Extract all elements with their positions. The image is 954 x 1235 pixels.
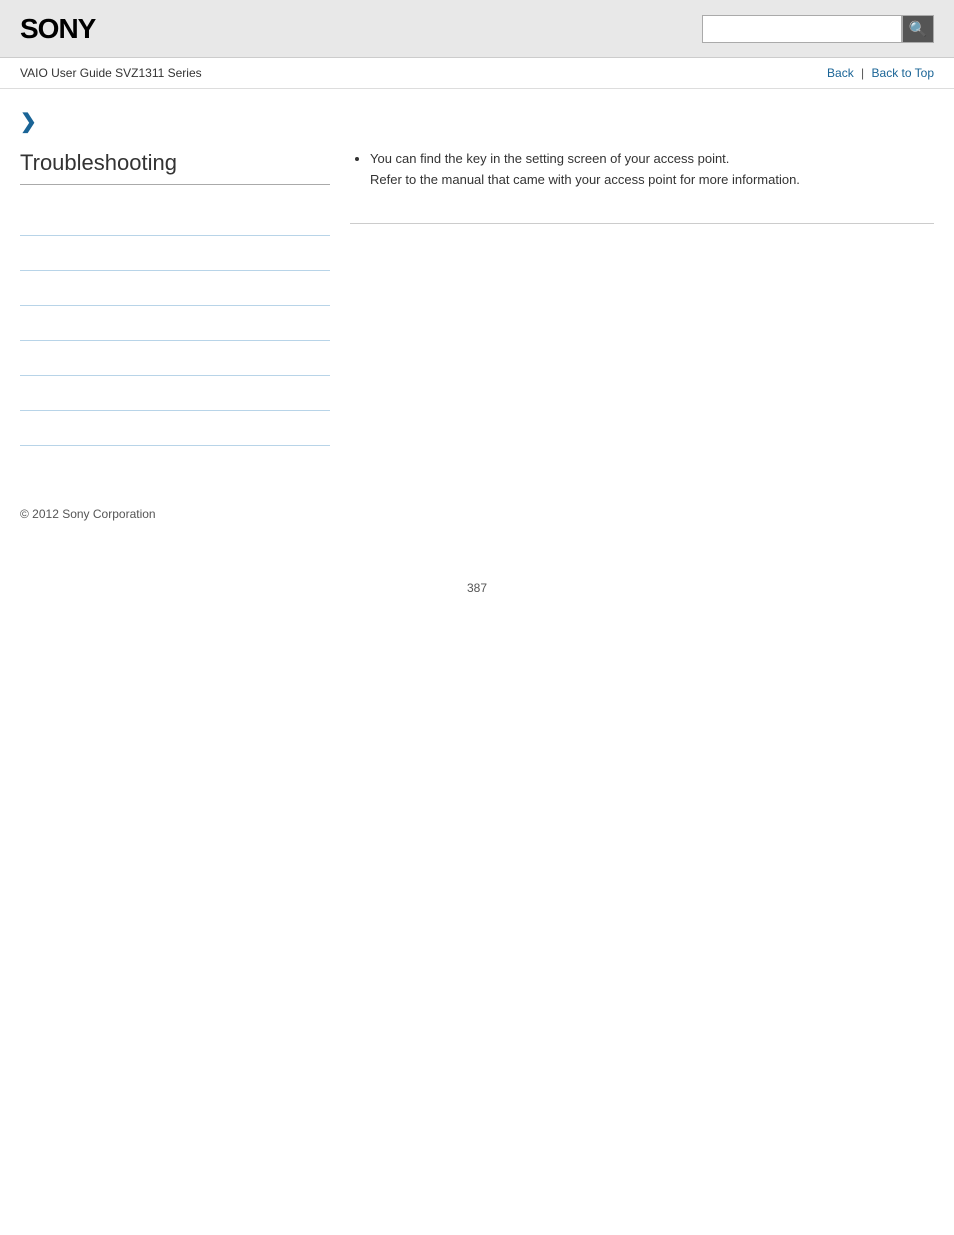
footer: © 2012 Sony Corporation xyxy=(0,486,954,541)
list-item xyxy=(20,236,330,271)
breadcrumb: VAIO User Guide SVZ1311 Series xyxy=(20,66,202,80)
page-number: 387 xyxy=(0,581,954,595)
list-item xyxy=(20,271,330,306)
content-section: You can find the key in the setting scre… xyxy=(350,149,934,224)
list-item xyxy=(20,376,330,411)
sidebar: ❯ Troubleshooting xyxy=(20,109,330,446)
sidebar-nav-link-2[interactable] xyxy=(20,246,330,260)
list-item xyxy=(20,341,330,376)
search-button[interactable]: 🔍 xyxy=(902,15,934,43)
nav-bar: VAIO User Guide SVZ1311 Series Back | Ba… xyxy=(0,58,954,89)
bullet-list: You can find the key in the setting scre… xyxy=(350,149,934,191)
list-item xyxy=(20,306,330,341)
copyright-text: © 2012 Sony Corporation xyxy=(20,507,156,521)
nav-separator: | xyxy=(861,66,864,80)
search-container: 🔍 xyxy=(702,15,934,43)
sidebar-nav-link-7[interactable] xyxy=(20,421,330,435)
chevron-icon: ❯ xyxy=(20,109,330,134)
content-area: You can find the key in the setting scre… xyxy=(350,109,934,446)
sidebar-title: Troubleshooting xyxy=(20,150,330,185)
back-to-top-link[interactable]: Back to Top xyxy=(872,66,934,80)
sony-logo: SONY xyxy=(20,13,95,45)
sidebar-nav-link-1[interactable] xyxy=(20,211,330,225)
bullet-text-1: You can find the key in the setting scre… xyxy=(370,151,729,166)
sidebar-nav-link-3[interactable] xyxy=(20,281,330,295)
nav-links: Back | Back to Top xyxy=(827,66,934,80)
search-icon: 🔍 xyxy=(909,20,928,38)
list-item: You can find the key in the setting scre… xyxy=(370,149,934,191)
bullet-sub-text-1: Refer to the manual that came with your … xyxy=(370,170,934,191)
sidebar-nav-list xyxy=(20,201,330,446)
back-link[interactable]: Back xyxy=(827,66,854,80)
search-input[interactable] xyxy=(702,15,902,43)
sidebar-nav-link-5[interactable] xyxy=(20,351,330,365)
sidebar-nav-link-4[interactable] xyxy=(20,316,330,330)
header: SONY 🔍 xyxy=(0,0,954,58)
list-item xyxy=(20,201,330,236)
list-item xyxy=(20,411,330,446)
sidebar-nav-link-6[interactable] xyxy=(20,386,330,400)
main-content: ❯ Troubleshooting xyxy=(0,89,954,466)
